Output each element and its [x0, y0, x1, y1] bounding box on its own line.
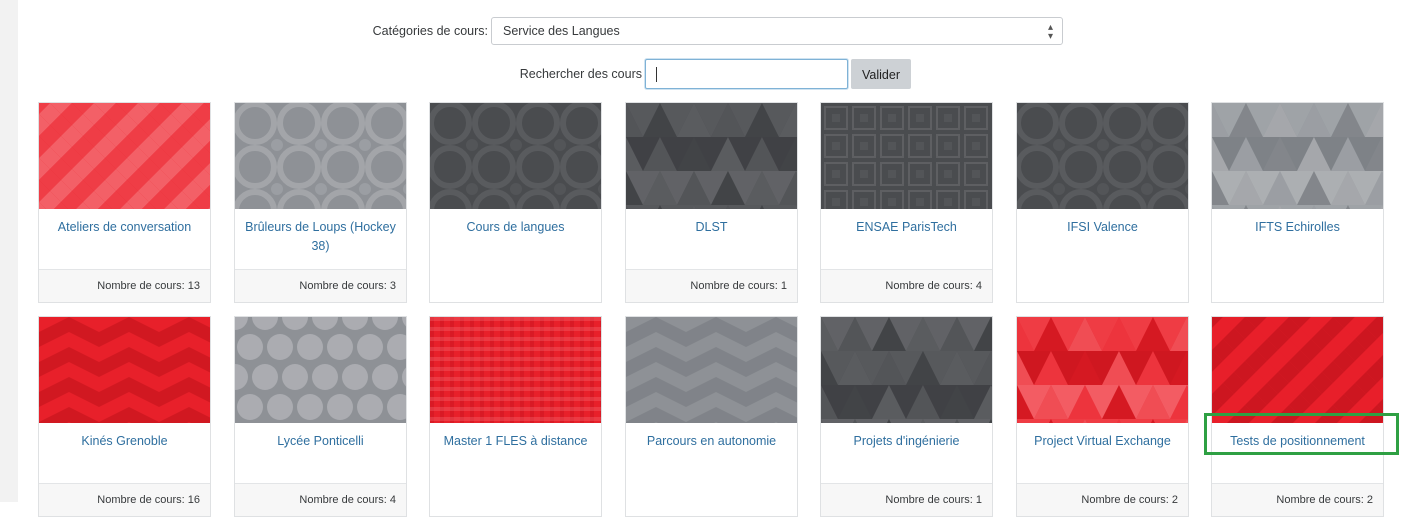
- course-count: [1212, 269, 1383, 302]
- highlight-box: [1204, 413, 1399, 455]
- course-count-label: Nombre de cours:: [885, 280, 976, 292]
- course-count: Nombre de cours: 16: [39, 483, 210, 516]
- course-count-label: Nombre de cours:: [1081, 494, 1172, 506]
- course-count: Nombre de cours: 1: [821, 483, 992, 516]
- course-count-label: Nombre de cours:: [299, 494, 390, 506]
- course-search: Rechercher des cours Valider: [0, 59, 1403, 90]
- course-count-label: Nombre de cours:: [299, 280, 390, 292]
- course-count: [430, 483, 601, 516]
- course-count-label: Nombre de cours:: [97, 280, 188, 292]
- category-title-link[interactable]: ENSAE ParisTech: [821, 209, 992, 269]
- course-category-card[interactable]: Ateliers de conversation Nombre de cours:…: [38, 102, 211, 303]
- select-arrows-icon: ▴ ▾: [1047, 22, 1053, 42]
- course-count: [626, 483, 797, 516]
- course-count: Nombre de cours: 2: [1017, 483, 1188, 516]
- category-title-link[interactable]: Parcours en autonomie: [626, 423, 797, 483]
- category-title-link[interactable]: Cours de langues: [430, 209, 601, 269]
- course-count-value: 13: [187, 280, 200, 292]
- category-title-link[interactable]: Kinés Grenoble: [39, 423, 210, 483]
- course-count-value: 1: [780, 280, 787, 292]
- search-input[interactable]: [645, 59, 848, 89]
- course-count: [1017, 269, 1188, 302]
- course-category-card[interactable]: Parcours en autonomie: [625, 316, 798, 517]
- category-title-link[interactable]: Project Virtual Exchange: [1017, 423, 1188, 483]
- course-category-card[interactable]: Projets d'ingénierie Nombre de cours: 1: [820, 316, 993, 517]
- category-title-link[interactable]: Master 1 FLES à distance: [430, 423, 601, 483]
- category-image[interactable]: [1212, 317, 1383, 423]
- category-image[interactable]: [626, 103, 797, 209]
- course-count: Nombre de cours: 3: [235, 269, 406, 302]
- course-category-card[interactable]: Cours de langues: [429, 102, 602, 303]
- course-count-label: Nombre de cours:: [690, 280, 781, 292]
- category-image[interactable]: [1212, 103, 1383, 209]
- course-count: Nombre de cours: 1: [626, 269, 797, 302]
- category-image[interactable]: [1017, 103, 1188, 209]
- course-count-label: Nombre de cours:: [97, 494, 188, 506]
- course-count: Nombre de cours: 4: [821, 269, 992, 302]
- course-category-card[interactable]: Project Virtual Exchange Nombre de cours:…: [1016, 316, 1189, 517]
- course-category-card[interactable]: Master 1 FLES à distance: [429, 316, 602, 517]
- category-image[interactable]: [39, 317, 210, 423]
- text-cursor: [656, 67, 657, 82]
- course-count: Nombre de cours: 4: [235, 483, 406, 516]
- category-image[interactable]: [821, 103, 992, 209]
- category-image[interactable]: [430, 317, 601, 423]
- course-category-card[interactable]: Brûleurs de Loups (Hockey 38) Nombre de c…: [234, 102, 407, 303]
- category-filter-label: Catégories de cours:: [372, 24, 488, 38]
- category-image[interactable]: [235, 317, 406, 423]
- category-select-value: Service des Langues: [503, 24, 620, 38]
- course-count: Nombre de cours: 13: [39, 269, 210, 302]
- course-count-label: Nombre de cours:: [1276, 494, 1367, 506]
- search-label: Rechercher des cours: [519, 67, 642, 81]
- course-count-value: 2: [1171, 494, 1178, 506]
- category-image[interactable]: [430, 103, 601, 209]
- category-filter: Catégories de cours: Service des Langues…: [0, 17, 1403, 47]
- category-title-link[interactable]: Ateliers de conversation: [39, 209, 210, 269]
- course-count-value: 4: [975, 280, 982, 292]
- course-count-value: 3: [389, 280, 396, 292]
- course-category-card[interactable]: Lycée Ponticelli Nombre de cours: 4: [234, 316, 407, 517]
- course-count-value: 2: [1366, 494, 1373, 506]
- course-category-card[interactable]: DLST Nombre de cours: 1: [625, 102, 798, 303]
- category-title-link[interactable]: Projets d'ingénierie: [821, 423, 992, 483]
- category-image[interactable]: [235, 103, 406, 209]
- category-image[interactable]: [1017, 317, 1188, 423]
- category-image[interactable]: [626, 317, 797, 423]
- course-category-card[interactable]: ENSAE ParisTech Nombre de cours: 4: [820, 102, 993, 303]
- category-image[interactable]: [39, 103, 210, 209]
- search-submit-button[interactable]: Valider: [851, 59, 911, 89]
- category-title-link[interactable]: Brûleurs de Loups (Hockey 38): [235, 209, 406, 269]
- course-count: Nombre de cours: 2: [1212, 483, 1383, 516]
- category-title-link[interactable]: Lycée Ponticelli: [235, 423, 406, 483]
- course-category-card[interactable]: Kinés Grenoble Nombre de cours: 16: [38, 316, 211, 517]
- course-count-label: Nombre de cours:: [885, 494, 976, 506]
- course-count-value: 16: [187, 494, 200, 506]
- category-title-link[interactable]: IFSI Valence: [1017, 209, 1188, 269]
- course-count: [430, 269, 601, 302]
- category-title-link[interactable]: IFTS Echirolles: [1212, 209, 1383, 269]
- course-category-card[interactable]: IFSI Valence: [1016, 102, 1189, 303]
- category-select[interactable]: Service des Langues ▴ ▾: [491, 17, 1063, 45]
- category-image[interactable]: [821, 317, 992, 423]
- course-category-card[interactable]: IFTS Echirolles: [1211, 102, 1384, 303]
- course-count-value: 1: [975, 494, 982, 506]
- course-count-value: 4: [389, 494, 396, 506]
- category-title-link[interactable]: DLST: [626, 209, 797, 269]
